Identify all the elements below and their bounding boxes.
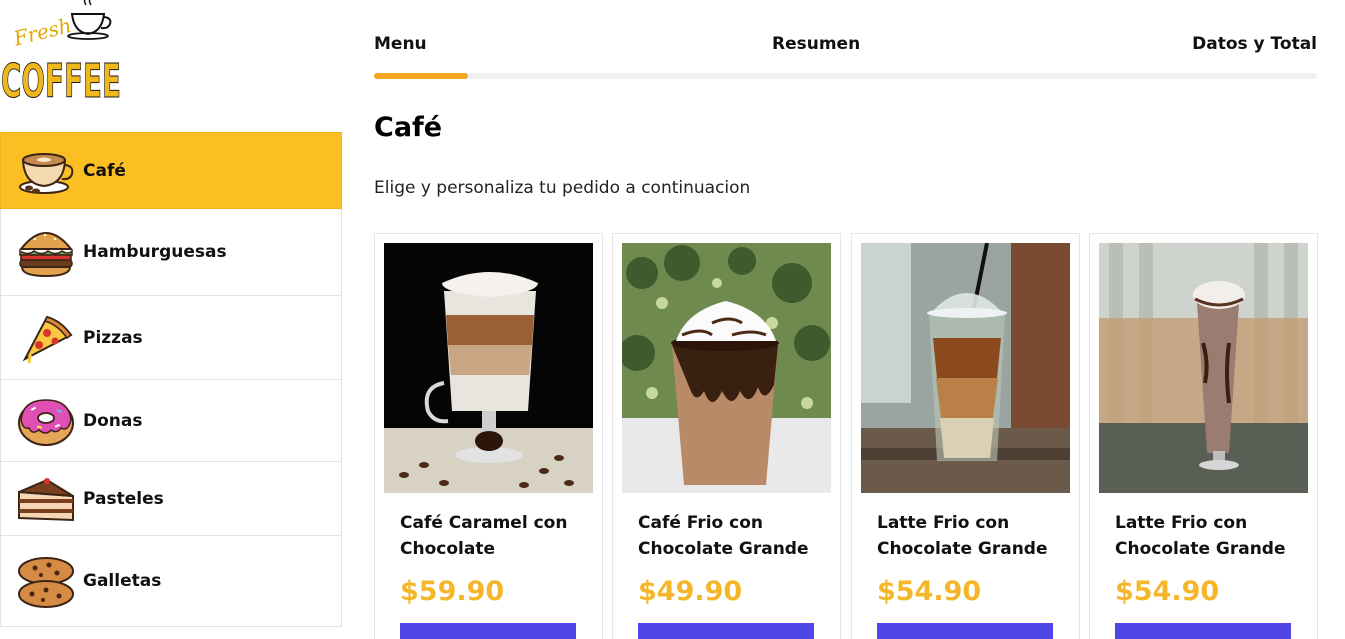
step-resumen[interactable]: Resumen [772, 34, 860, 54]
pizza-slice-icon [17, 311, 75, 365]
step-datos-y-total[interactable]: Datos y Total [1192, 34, 1317, 54]
category-label: Pasteles [83, 488, 164, 509]
product-image [861, 243, 1070, 493]
sidebar: Fresh COFFEE Café Hamburguesas Pizzas Do… [0, 0, 342, 639]
fresh-coffee-logo[interactable]: Fresh COFFEE [0, 0, 125, 109]
category-item-galletas[interactable]: Galletas [0, 536, 342, 627]
svg-text:COFFEE: COFFEE [1, 54, 121, 104]
hamburger-icon [17, 225, 75, 279]
category-label: Galletas [83, 571, 162, 591]
category-list: Café Hamburguesas Pizzas Donas Pasteles … [0, 132, 342, 627]
product-card: Café Frio con Chocolate Grande $49.90 [612, 233, 841, 639]
product-price: $49.90 [638, 576, 743, 607]
category-label: Donas [83, 410, 143, 431]
page-subtitle: Elige y personaliza tu pedido a continua… [374, 178, 751, 198]
donut-icon [17, 394, 75, 448]
product-name: Café Frio con Chocolate Grande [638, 513, 809, 559]
product-image [384, 243, 593, 493]
product-card: Latte Frio con Chocolate Grande $54.90 [1089, 233, 1318, 639]
product-name: Café Caramel con Chocolate [400, 513, 568, 559]
category-item-hamburguesas[interactable]: Hamburguesas [0, 209, 342, 296]
product-name: Latte Frio con Chocolate Grande [877, 513, 1048, 559]
product-image [622, 243, 831, 493]
product-image [1099, 243, 1308, 493]
step-menu[interactable]: Menu [374, 34, 427, 54]
progress-fill [374, 73, 469, 79]
product-name: Latte Frio con Chocolate Grande [1115, 513, 1286, 559]
logo-graphic: Fresh COFFEE [1, 0, 122, 109]
add-to-order-button[interactable] [1115, 623, 1291, 639]
category-label: Hamburguesas [83, 242, 227, 262]
page-title: Café [374, 112, 443, 143]
product-grid: Café Caramel con Chocolate $59.90 Café F… [374, 233, 1318, 639]
category-label: Pizzas [83, 327, 143, 348]
category-item-pasteles[interactable]: Pasteles [0, 462, 342, 536]
category-item-donas[interactable]: Donas [0, 380, 342, 462]
order-steps: Menu Resumen Datos y Total [374, 34, 1317, 80]
product-card: Latte Frio con Chocolate Grande $54.90 [851, 233, 1080, 639]
add-to-order-button[interactable] [877, 623, 1053, 639]
product-price: $59.90 [400, 576, 505, 607]
category-label: Café [83, 160, 126, 181]
product-price: $54.90 [1115, 576, 1220, 607]
product-card: Café Caramel con Chocolate $59.90 [374, 233, 603, 639]
coffee-cup-icon [17, 144, 75, 198]
category-item-cafe[interactable]: Café [0, 132, 342, 209]
cookies-icon [17, 554, 75, 608]
add-to-order-button[interactable] [638, 623, 814, 639]
cake-slice-icon [17, 472, 75, 526]
category-item-pizzas[interactable]: Pizzas [0, 296, 342, 380]
product-price: $54.90 [877, 576, 982, 607]
svg-text:Fresh: Fresh [10, 13, 73, 51]
add-to-order-button[interactable] [400, 623, 576, 639]
progress-bar [374, 73, 1317, 79]
